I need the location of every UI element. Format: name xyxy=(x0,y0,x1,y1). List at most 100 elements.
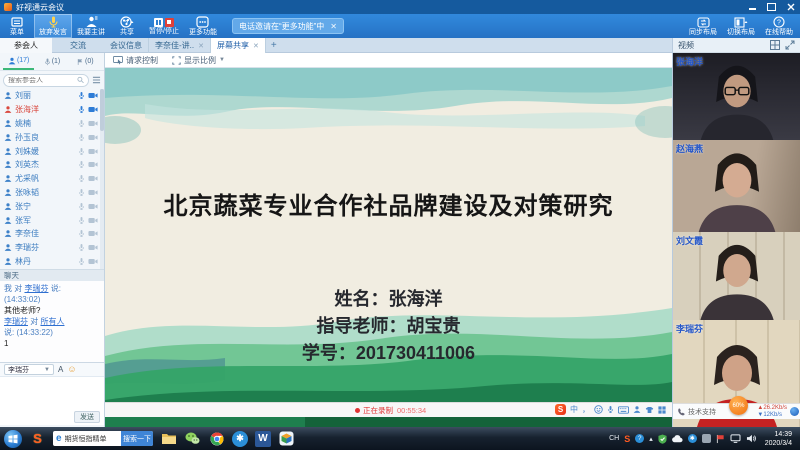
star-tray-icon[interactable]: ✱ xyxy=(688,434,697,443)
font-button[interactable]: A xyxy=(58,365,63,374)
camera-icon[interactable] xyxy=(88,244,98,251)
give-up-speaking-button[interactable]: 放弃发言 xyxy=(34,14,72,38)
emoji-button[interactable]: ☺ xyxy=(67,365,76,374)
mic-icon[interactable] xyxy=(78,229,85,238)
taskbar-search-box[interactable]: e 期货恒指精单 搜索一下 xyxy=(53,431,153,446)
camera-icon[interactable] xyxy=(88,106,98,113)
tab-exchange[interactable]: 交流 xyxy=(52,38,104,53)
maximize-button[interactable] xyxy=(766,2,777,11)
chat-target-link[interactable]: 李瑞芬 xyxy=(24,284,48,293)
camera-icon[interactable] xyxy=(88,161,98,168)
mic-icon[interactable] xyxy=(78,160,85,169)
taskbar-clock[interactable]: 14:39 2020/3/4 xyxy=(761,430,796,448)
request-control-button[interactable]: 请求控制 xyxy=(113,55,158,66)
display-ratio-button[interactable]: 显示比例 ▼ xyxy=(172,55,225,66)
camera-icon[interactable] xyxy=(88,258,98,265)
tab-meeting-info[interactable]: 会议信息 xyxy=(104,38,149,53)
ime-emoji-icon[interactable] xyxy=(594,405,603,414)
search-box[interactable] xyxy=(3,74,89,87)
sogou-tray-icon[interactable]: S xyxy=(624,434,630,444)
tray-app-icon[interactable] xyxy=(790,407,799,416)
speaker-icon[interactable] xyxy=(746,434,756,443)
mic-icon[interactable] xyxy=(78,105,85,114)
ime-toolbox-icon[interactable] xyxy=(658,406,666,414)
sogou-browser-icon[interactable]: S xyxy=(29,430,46,447)
tab-participants[interactable]: 参会人 xyxy=(0,38,52,53)
video-tile[interactable]: 张海洋 xyxy=(673,53,800,140)
share-button[interactable]: 共享 xyxy=(110,14,144,38)
tab-close-icon[interactable]: ✕ xyxy=(198,42,204,50)
layout-grid-icon[interactable] xyxy=(770,40,780,50)
taskbar-search-text[interactable]: 期货恒指精单 xyxy=(65,434,121,444)
utility-tray-icon[interactable] xyxy=(702,434,711,443)
menu-button[interactable]: 菜单 xyxy=(0,14,34,38)
cloud-tray-icon[interactable] xyxy=(672,435,683,443)
filter-hands-raised[interactable]: (0) xyxy=(70,53,101,70)
mic-icon[interactable] xyxy=(78,119,85,128)
tab-add-button[interactable]: + xyxy=(266,38,282,53)
participant-row[interactable]: 孙玉良 xyxy=(0,130,104,144)
online-help-button[interactable]: ? 在线帮助 xyxy=(760,14,798,38)
participant-row[interactable]: 张军 xyxy=(0,213,104,227)
list-view-icon[interactable] xyxy=(92,76,101,84)
action-center-flag-icon[interactable] xyxy=(716,434,725,444)
filter-speaking[interactable]: (1) xyxy=(36,53,67,70)
more-features-button[interactable]: 更多功能 xyxy=(184,14,222,38)
mic-icon[interactable] xyxy=(78,147,85,156)
participant-row[interactable]: 刘姝媛 xyxy=(0,144,104,158)
video-tile[interactable]: 刘文霞 xyxy=(673,232,800,320)
minimize-button[interactable] xyxy=(747,2,758,11)
send-button[interactable]: 发送 xyxy=(74,411,100,423)
participant-row[interactable]: 张宁 xyxy=(0,199,104,213)
mic-icon[interactable] xyxy=(78,202,85,211)
taskbar-search-button[interactable]: 搜索一下 xyxy=(121,431,153,446)
antivirus-shield-icon[interactable] xyxy=(658,434,667,444)
camera-icon[interactable] xyxy=(88,148,98,155)
filter-all-participants[interactable]: (17) xyxy=(3,53,34,70)
recipient-select[interactable]: 李瑞芬 ▼ xyxy=(4,364,54,375)
participant-row[interactable]: 张海洋 xyxy=(0,103,104,117)
cube-app-icon[interactable] xyxy=(278,430,295,447)
tooltip-close-icon[interactable]: ✕ xyxy=(330,22,337,31)
camera-icon[interactable] xyxy=(88,189,98,196)
chat-sender-link[interactable]: 李瑞芬 xyxy=(4,317,28,326)
mic-icon[interactable] xyxy=(78,133,85,142)
chrome-icon[interactable] xyxy=(208,430,225,447)
network-icon[interactable] xyxy=(730,434,741,443)
qq-tray-icon[interactable]: ? xyxy=(635,434,644,443)
switch-layout-button[interactable]: 切换布局 xyxy=(722,14,760,38)
mic-icon[interactable] xyxy=(78,243,85,252)
camera-icon[interactable] xyxy=(88,120,98,127)
support-label[interactable]: 技术支持 xyxy=(688,407,716,417)
language-indicator[interactable]: CH xyxy=(609,435,619,442)
camera-icon[interactable] xyxy=(88,203,98,210)
camera-icon[interactable] xyxy=(88,217,98,224)
ime-voice-icon[interactable] xyxy=(607,405,614,414)
chat-text-input[interactable] xyxy=(0,377,104,406)
tab-close-icon[interactable]: ✕ xyxy=(253,42,259,50)
ime-keyboard-icon[interactable] xyxy=(618,406,629,414)
participant-row[interactable]: 李奈佳 xyxy=(0,227,104,241)
ime-punctuation-icon[interactable]: ， xyxy=(582,404,590,415)
expand-icon[interactable] xyxy=(785,40,795,50)
wechat-icon[interactable] xyxy=(184,430,201,447)
chat-target-link[interactable]: 所有人 xyxy=(40,317,64,326)
ime-language-toggle[interactable]: 中 xyxy=(570,404,578,415)
participant-row[interactable]: 林丹 xyxy=(0,255,104,269)
star-app-icon[interactable]: ✱ xyxy=(232,431,248,447)
sync-layout-button[interactable]: 同步布局 xyxy=(684,14,722,38)
participant-row[interactable]: 李瑞芬 xyxy=(0,241,104,255)
close-button[interactable] xyxy=(785,2,796,11)
mic-icon[interactable] xyxy=(78,216,85,225)
camera-icon[interactable] xyxy=(88,175,98,182)
participant-row[interactable]: 刘英杰 xyxy=(0,158,104,172)
sogou-ime-icon[interactable]: S xyxy=(555,404,566,415)
participant-row[interactable]: 姚楠 xyxy=(0,117,104,131)
tab-shared-doc[interactable]: 李奈佳-讲..✕ xyxy=(149,38,211,53)
mic-icon[interactable] xyxy=(78,188,85,197)
participant-row[interactable]: 张咏韬 xyxy=(0,186,104,200)
video-tile[interactable]: 赵海燕 xyxy=(673,140,800,232)
start-button[interactable] xyxy=(4,430,22,448)
word-icon[interactable]: W xyxy=(255,431,271,447)
participant-row[interactable]: 刘丽 xyxy=(0,89,104,103)
